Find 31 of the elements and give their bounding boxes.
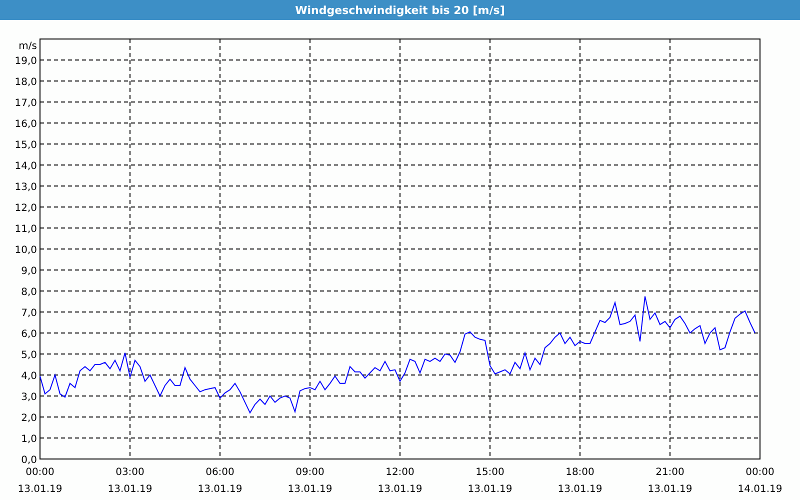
x-tick-label: 18:00 13.01.19 (558, 467, 602, 495)
x-tick-label: 03:00 13.01.19 (108, 467, 152, 495)
x-tick-label: 21:00 13.01.19 (648, 467, 692, 495)
y-tick-label: 14,0 (14, 161, 37, 172)
y-tick-label: 5,0 (21, 350, 37, 361)
y-tick-label: 4,0 (21, 371, 37, 382)
y-tick-label: 3,0 (21, 392, 37, 403)
y-tick-label: 15,0 (14, 140, 37, 151)
y-tick-label: 11,0 (14, 224, 37, 235)
y-tick-label: 12,0 (14, 203, 37, 214)
y-tick-label: 18,0 (14, 77, 37, 88)
y-tick-label: 2,0 (21, 413, 37, 424)
x-tick-label: 09:00 13.01.19 (288, 467, 332, 495)
y-tick-label: 19,0 (14, 56, 37, 67)
y-tick-label: 0,0 (21, 455, 37, 466)
y-tick-label: 7,0 (21, 308, 37, 319)
y-tick-label: 9,0 (21, 266, 37, 277)
x-tick-label: 00:00 14.01.19 (738, 467, 782, 495)
y-tick-label: 8,0 (21, 287, 37, 298)
y-axis-unit: m/s (18, 41, 37, 52)
x-tick-label: 06:00 13.01.19 (198, 467, 242, 495)
y-tick-label: 10,0 (14, 245, 37, 256)
y-tick-label: 6,0 (21, 329, 37, 340)
x-tick-label: 15:00 13.01.19 (468, 467, 512, 495)
x-tick-label: 12:00 13.01.19 (378, 467, 422, 495)
y-tick-label: 1,0 (21, 434, 37, 445)
y-tick-label: 17,0 (14, 98, 37, 109)
y-tick-label: 13,0 (14, 182, 37, 193)
x-tick-label: 00:00 13.01.19 (18, 467, 62, 495)
y-tick-label: 16,0 (14, 119, 37, 130)
window-title: Windgeschwindigkeit bis 20 [m/s] (295, 4, 505, 16)
